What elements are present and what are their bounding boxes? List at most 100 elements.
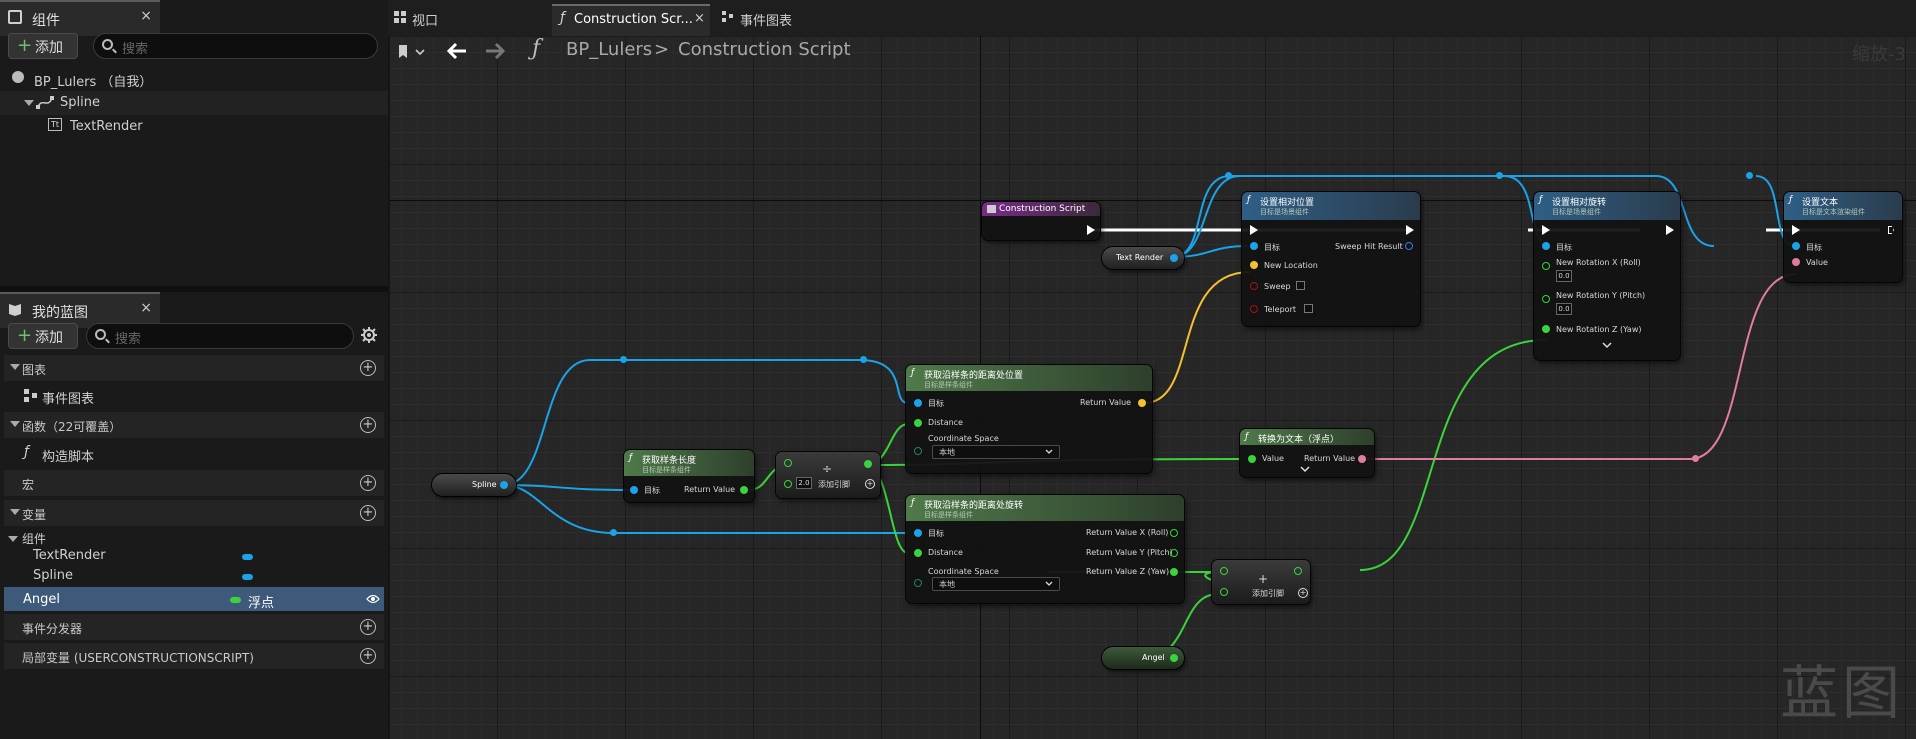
enum-pin[interactable] [914, 447, 922, 455]
close-icon[interactable]: × [694, 11, 705, 26]
graph-canvas[interactable]: ƒ BP_Lulers > Construction Script 缩放-3 蓝… [390, 36, 1916, 739]
text-render-var-node[interactable]: Text Render [1102, 247, 1184, 269]
add-circle-icon[interactable]: + [360, 417, 376, 433]
tab-event-graph[interactable]: 事件图表 [718, 4, 838, 36]
vector-pin[interactable] [1250, 261, 1258, 269]
add-circle-icon[interactable]: + [360, 475, 376, 491]
exec-in-pin[interactable] [1792, 225, 1800, 235]
reroute-knot[interactable] [620, 356, 627, 363]
bool-pin[interactable] [1250, 282, 1258, 290]
spline-var-node[interactable]: Spline [432, 474, 516, 496]
section-dispatchers[interactable]: 事件分发器 + [4, 614, 384, 640]
reroute-knot[interactable] [1225, 172, 1232, 179]
float-pin[interactable] [1542, 262, 1550, 270]
get-spline-length-node[interactable]: ƒ 获取样条长度 目标是样条组件 目标 Return Value [624, 450, 754, 502]
struct-out-pin[interactable] [1405, 242, 1413, 250]
variable-row[interactable]: TextRender [4, 544, 384, 566]
object-pin[interactable] [1170, 254, 1178, 262]
reroute-knot[interactable] [1496, 172, 1503, 179]
chevron-down-icon[interactable] [1602, 342, 1612, 350]
components-tab[interactable]: 组件 × [0, 0, 160, 36]
tab-construction-script[interactable]: ƒ Construction Scr... × [552, 4, 710, 36]
add-node[interactable]: + 添加引脚 + [1212, 560, 1310, 604]
section-local-vars[interactable]: 局部变量 (USERCONSTRUCTIONSCRIPT) + [4, 643, 384, 669]
target-pin[interactable] [1542, 242, 1550, 250]
float-pin[interactable] [914, 419, 922, 427]
reroute-knot[interactable] [1692, 455, 1699, 462]
construction-script-item[interactable]: ƒ 构造脚本 [4, 443, 384, 465]
float-pin[interactable] [1248, 455, 1256, 463]
add-component-button[interactable]: + 添加 [8, 33, 78, 59]
construction-script-node[interactable]: Construction Script [982, 202, 1100, 240]
variable-row-selected[interactable]: Angel 浮点 [4, 587, 384, 611]
float-pin[interactable] [784, 480, 792, 488]
float-out-pin[interactable] [1170, 568, 1178, 576]
float-pin[interactable] [1220, 588, 1228, 596]
enum-pin[interactable] [914, 579, 922, 587]
target-pin[interactable] [630, 486, 638, 494]
target-pin[interactable] [914, 399, 922, 407]
add-circle-icon[interactable]: + [360, 505, 376, 521]
pitch-input[interactable]: 0.0 [1556, 303, 1572, 315]
divide-node[interactable]: ÷ 2.0 添加引脚 + [776, 452, 880, 498]
exec-in-pin[interactable] [1542, 225, 1550, 235]
exec-in-pin[interactable] [1250, 225, 1258, 235]
float-out-pin[interactable] [1294, 567, 1302, 575]
float-pin[interactable] [784, 459, 792, 467]
divisor-input[interactable]: 2.0 [796, 477, 812, 489]
add-blueprint-item-button[interactable]: + 添加 [8, 323, 78, 349]
add-pin-label[interactable]: 添加引脚 [818, 479, 850, 490]
set-relative-rotation-node[interactable]: ƒ 设置相对旋转 目标是场景组件 目标 New Rotation X (Roll… [1534, 192, 1680, 360]
object-pin[interactable] [500, 481, 508, 489]
reroute-knot[interactable] [860, 356, 867, 363]
add-circle-icon[interactable]: + [360, 360, 376, 376]
float-pin[interactable] [1542, 295, 1550, 303]
exec-out-pin[interactable] [1406, 225, 1414, 235]
vector-out-pin[interactable] [1138, 399, 1146, 407]
exec-out-pin[interactable] [1888, 226, 1894, 234]
float-out-pin[interactable] [1170, 549, 1178, 557]
section-macros[interactable]: 宏 + [4, 470, 384, 496]
angel-var-node[interactable]: Angel [1102, 647, 1184, 669]
close-icon[interactable]: × [140, 300, 152, 316]
close-icon[interactable]: × [140, 8, 152, 24]
tree-item-textrender[interactable]: Tt TextRender [0, 115, 388, 139]
event-graph-item[interactable]: 事件图表 [4, 385, 384, 407]
reroute-knot[interactable] [1746, 172, 1753, 179]
bool-pin[interactable] [1250, 305, 1258, 313]
float-out-pin[interactable] [1170, 654, 1178, 662]
exec-out-pin[interactable] [1666, 225, 1674, 235]
eye-icon[interactable] [366, 594, 380, 604]
section-functions[interactable]: 函数（22可覆盖） + [4, 412, 384, 438]
set-text-node[interactable]: ƒ 设置文本 目标是文本渲染组件 目标 Value [1784, 192, 1902, 282]
chevron-down-icon[interactable] [1300, 466, 1310, 473]
add-pin-label[interactable]: 添加引脚 [1252, 588, 1284, 599]
get-rotation-at-distance-node[interactable]: ƒ 获取沿样条的距离处旋转 目标是样条组件 目标 Return Value X … [906, 495, 1184, 603]
section-graphs[interactable]: 图表 + [4, 355, 384, 381]
exec-out-pin[interactable] [1087, 225, 1095, 235]
tree-item-spline[interactable]: Spline [0, 91, 388, 115]
target-pin[interactable] [914, 529, 922, 537]
coordinate-space-dropdown[interactable]: 本地 [932, 577, 1060, 591]
sweep-checkbox[interactable] [1296, 281, 1305, 290]
text-pin[interactable] [1792, 258, 1800, 266]
add-pin-icon[interactable]: + [865, 479, 875, 489]
tab-viewport[interactable]: 视口 [394, 4, 514, 36]
variable-row[interactable]: Spline [4, 564, 384, 586]
add-circle-icon[interactable]: + [360, 619, 376, 635]
add-circle-icon[interactable]: + [360, 648, 376, 664]
float-pin[interactable] [914, 549, 922, 557]
target-pin[interactable] [1250, 242, 1258, 250]
float-pin[interactable] [1220, 567, 1228, 575]
add-pin-icon[interactable]: + [1298, 588, 1308, 598]
teleport-checkbox[interactable] [1304, 304, 1313, 313]
tree-item-bp-lulers[interactable]: BP_Lulers （自我） [0, 67, 388, 91]
gear-icon[interactable] [361, 327, 377, 343]
text-out-pin[interactable] [1358, 455, 1366, 463]
roll-input[interactable]: 0.0 [1556, 270, 1572, 282]
reroute-knot[interactable] [610, 529, 617, 536]
float-to-text-node[interactable]: ƒ 转换为文本（浮点） Value Return Value [1240, 429, 1374, 477]
section-variables[interactable]: 变量 + [4, 500, 384, 526]
blueprint-search-input[interactable]: 搜索 [86, 323, 354, 349]
target-pin[interactable] [1792, 242, 1800, 250]
